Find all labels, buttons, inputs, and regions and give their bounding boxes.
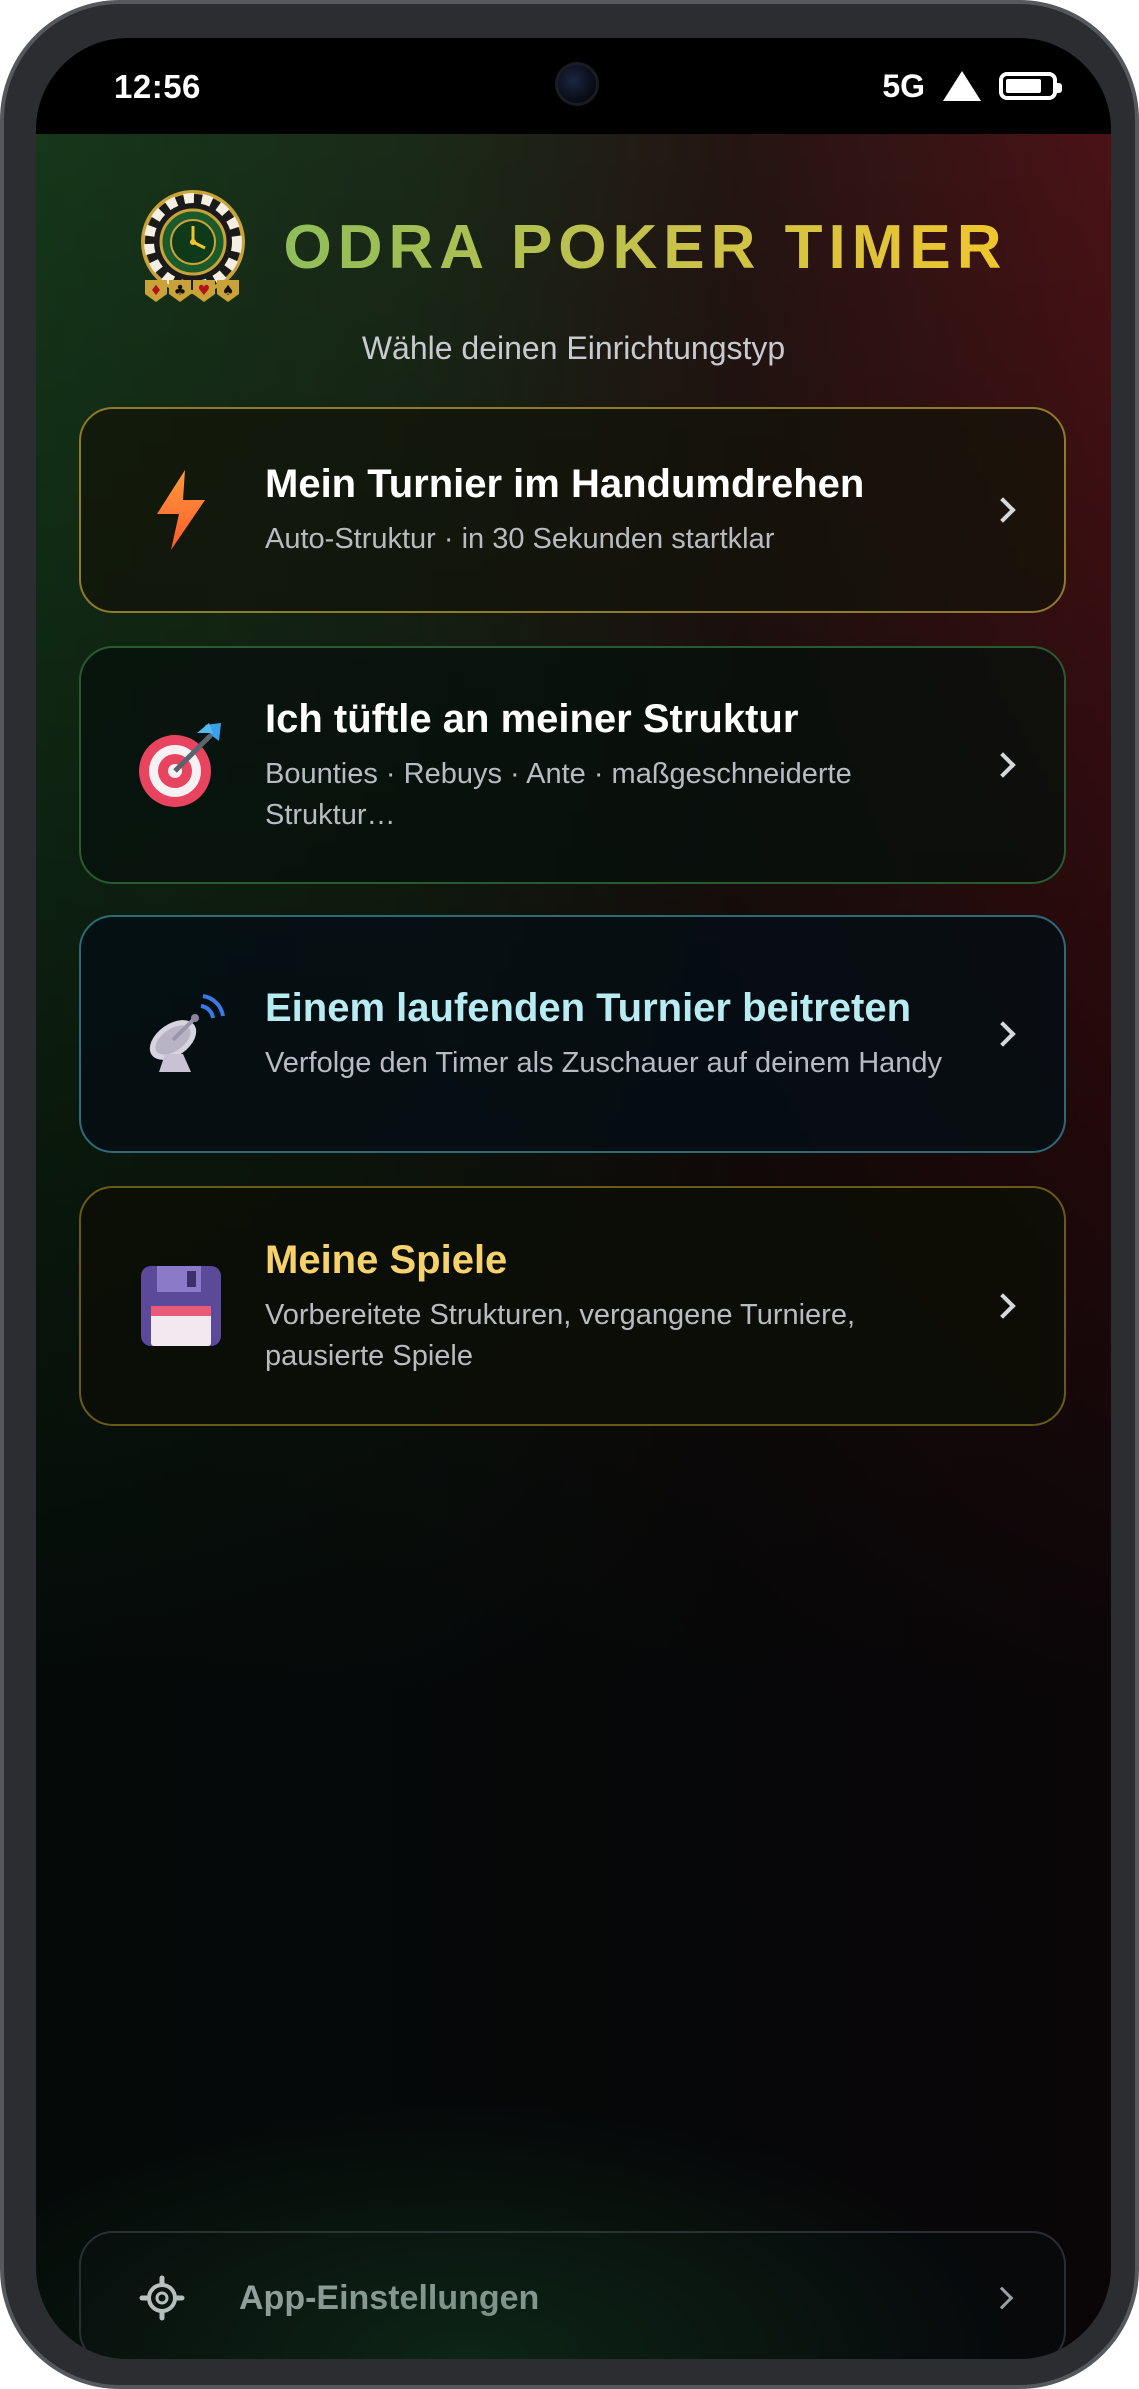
app-content: ♦ ♣ ♥ ♠ ODRA POKER TIMER Wähle deinen Ei…: [36, 134, 1111, 2359]
svg-text:♥: ♥: [198, 283, 211, 299]
chevron-right-icon: [990, 752, 1016, 778]
option-text: Meine Spiele Vorbereitete Strukturen, ve…: [265, 1235, 954, 1377]
option-text: Mein Turnier im Handumdrehen Auto-Strukt…: [265, 459, 954, 560]
option-text: Einem laufenden Turnier beitreten Verfol…: [265, 983, 954, 1084]
status-bar: 12:56 5G: [36, 38, 1111, 134]
app-header: ♦ ♣ ♥ ♠ ODRA POKER TIMER: [36, 182, 1111, 312]
option-my-games[interactable]: Meine Spiele Vorbereitete Strukturen, ve…: [79, 1186, 1066, 1426]
svg-text:♠: ♠: [222, 283, 235, 299]
option-join-tournament[interactable]: Einem laufenden Turnier beitreten Verfol…: [79, 915, 1066, 1153]
signal-icon: [943, 71, 981, 101]
option-description: Vorbereitete Strukturen, vergangene Turn…: [265, 1298, 856, 1372]
page-subtitle: Wähle deinen Einrichtungstyp: [361, 330, 786, 366]
option-title: Meine Spiele: [265, 1237, 508, 1282]
svg-text:♦: ♦: [150, 283, 163, 299]
option-title: Mein Turnier im Handumdrehen: [265, 462, 865, 507]
option-title: Einem laufenden Turnier beitreten: [265, 986, 912, 1031]
battery-icon: [999, 72, 1062, 100]
option-description: Auto-Struktur · in 30 Sekunden startklar: [265, 523, 775, 556]
network-label: 5G: [882, 67, 925, 104]
chevron-right-icon: [990, 1021, 1016, 1047]
satellite-dish-icon: [135, 988, 227, 1080]
app-title: ODRA POKER TIMER: [283, 212, 1008, 282]
app-settings-button[interactable]: App-Einstellungen: [79, 2231, 1066, 2359]
chevron-right-icon: [990, 2286, 1014, 2310]
gear-icon: [139, 2275, 185, 2321]
phone-frame: 12:56 5G ♦ ♣ ♥ ♠ ODRA POKER TIMER Wähle …: [0, 0, 1139, 2389]
phone-screen: 12:56 5G ♦ ♣ ♥ ♠ ODRA POKER TIMER Wähle …: [36, 38, 1111, 2359]
option-quick-tournament[interactable]: Mein Turnier im Handumdrehen Auto-Strukt…: [79, 407, 1066, 613]
app-settings-label: App-Einstellungen: [239, 2278, 540, 2317]
status-indicators: 5G: [882, 66, 1062, 106]
option-description: Bounties · Rebuys · Ante · maßgeschneide…: [265, 757, 852, 831]
lightning-icon: [135, 464, 227, 556]
option-description: Verfolge den Timer als Zuschauer auf dei…: [265, 1047, 943, 1080]
option-text: Ich tüftle an meiner Struktur Bounties ·…: [265, 694, 954, 836]
status-time: 12:56: [114, 68, 201, 105]
chevron-right-icon: [990, 1293, 1016, 1319]
option-custom-structure[interactable]: Ich tüftle an meiner Struktur Bounties ·…: [79, 646, 1066, 884]
target-icon: [135, 719, 227, 811]
camera-icon: [555, 62, 599, 106]
option-title: Ich tüftle an meiner Struktur: [265, 696, 799, 741]
poker-chip-logo: ♦ ♣ ♥ ♠: [141, 190, 246, 302]
svg-text:♣: ♣: [174, 283, 187, 299]
chevron-right-icon: [990, 497, 1016, 523]
floppy-disk-icon: [135, 1260, 227, 1352]
